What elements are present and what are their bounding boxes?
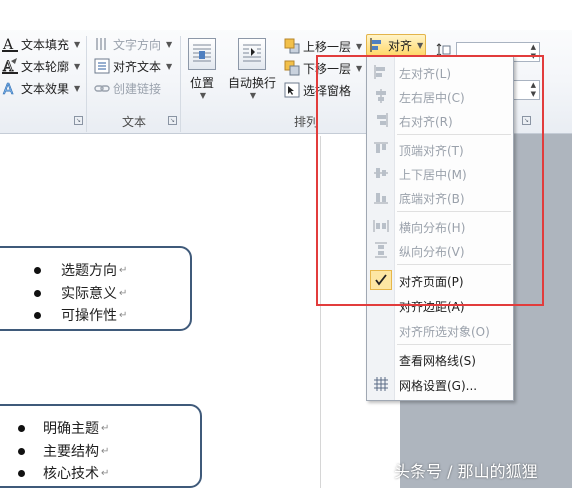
chevron-down-icon: ▼ — [166, 61, 173, 71]
text-direction-icon — [94, 36, 110, 52]
chevron-down-icon: ▼ — [74, 39, 81, 49]
list-item: 选题方向 ↵ — [34, 260, 127, 280]
align-text-button[interactable]: 对齐文本 ▼ — [94, 56, 172, 76]
wrap-text-button[interactable]: 自动换行 ▼ — [228, 38, 276, 100]
bullet-icon — [18, 424, 25, 432]
chevron-down-icon: ▼ — [356, 41, 363, 51]
chevron-down-icon: ▼ — [249, 91, 257, 100]
position-icon — [188, 38, 216, 70]
bullet-icon — [34, 311, 41, 319]
list-item: 实际意义 ↵ — [34, 283, 127, 303]
watermark: 头条号 / 那山的狐狸 — [394, 462, 538, 481]
red-highlight-box — [316, 55, 544, 306]
menu-item-view-gridlines[interactable]: 查看网格线(S) — [367, 347, 513, 371]
menu-item-align-selected-objects[interactable]: 对齐所选对象(O) — [367, 318, 513, 342]
align-text-label: 对齐文本 — [113, 59, 162, 74]
wrap-text-label: 自动换行 — [228, 76, 277, 90]
list-item: 核心技术 ↵ — [18, 463, 109, 483]
grid-icon — [373, 376, 389, 392]
align-label: 对齐 — [388, 38, 413, 53]
align-button[interactable]: 对齐 ▼ — [366, 34, 426, 56]
ribbon-separator — [86, 36, 87, 132]
list-item: 明确主题 ↵ — [18, 418, 109, 438]
create-link-button[interactable]: 创建链接 — [94, 78, 161, 98]
send-backward-icon — [284, 60, 300, 76]
svg-text:A: A — [2, 37, 14, 52]
text-outline-icon: A — [2, 58, 18, 75]
bullet-icon — [18, 469, 25, 477]
bullet-icon — [18, 447, 25, 455]
text-outline-label: 文本轮廓 — [21, 59, 70, 74]
bring-forward-button[interactable]: 上移一层 ▼ — [284, 36, 362, 56]
bring-forward-icon — [284, 38, 300, 54]
align-text-icon — [94, 58, 110, 74]
text-fill-label: 文本填充 — [21, 37, 70, 52]
chevron-down-icon: ▼ — [199, 91, 207, 100]
chevron-down-icon: ▼ — [166, 39, 173, 49]
ribbon-top-strip — [0, 0, 572, 30]
text-fill-icon: A — [2, 36, 18, 53]
bullet-icon — [34, 266, 41, 274]
position-button[interactable]: 位置 ▼ — [188, 38, 216, 100]
menu-item-grid-settings[interactable]: 网格设置(G)... — [367, 372, 513, 396]
text-effects-button[interactable]: A 文本效果 ▼ — [2, 78, 81, 99]
dialog-launcher-icon[interactable]: ↘ — [74, 116, 83, 125]
bullet-icon — [34, 289, 41, 297]
position-label: 位置 — [189, 76, 214, 90]
text-direction-label: 文字方向 — [113, 37, 162, 52]
align-icon — [369, 37, 385, 53]
bring-forward-label: 上移一层 — [303, 39, 352, 54]
text-effects-icon: A — [2, 80, 18, 99]
text-effects-label: 文本效果 — [21, 81, 70, 96]
menu-separator — [397, 344, 511, 345]
chevron-down-icon: ▼ — [74, 61, 81, 71]
text-group-label: 文本 — [121, 115, 146, 129]
dialog-launcher-icon[interactable]: ↘ — [168, 116, 177, 125]
selection-pane-icon — [284, 82, 300, 98]
link-icon — [94, 80, 110, 96]
create-link-label: 创建链接 — [113, 81, 162, 96]
chevron-down-icon: ▼ — [417, 40, 424, 50]
text-outline-button[interactable]: A 文本轮廓 ▼ — [2, 56, 80, 76]
list-item: 可操作性 ↵ — [34, 305, 127, 325]
text-fill-button[interactable]: A 文本填充 ▼ — [2, 34, 80, 54]
text-direction-button[interactable]: 文字方向 ▼ — [94, 34, 172, 54]
ribbon-separator — [180, 36, 181, 132]
list-item: 主要结构 ↵ — [18, 441, 109, 461]
wrap-text-icon — [238, 38, 266, 70]
svg-text:A: A — [3, 80, 14, 96]
chevron-down-icon: ▼ — [74, 83, 81, 93]
